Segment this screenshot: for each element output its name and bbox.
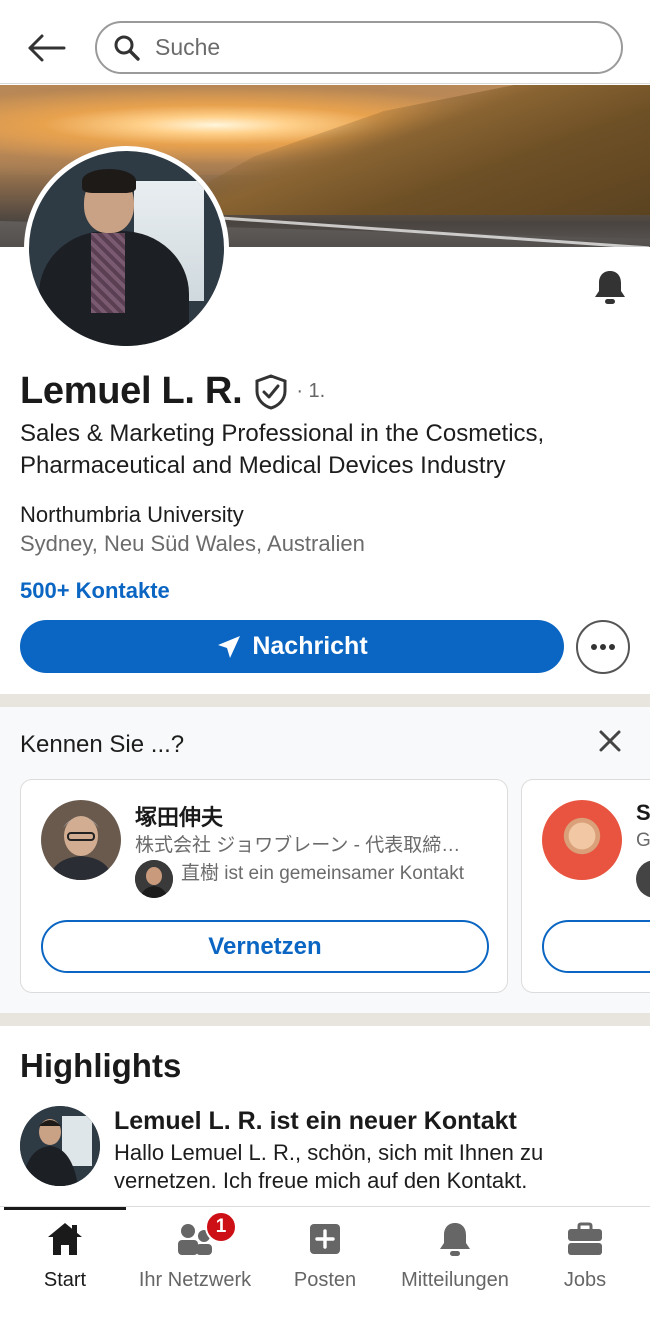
profile-avatar[interactable] [24,146,229,351]
highlight-avatar[interactable] [20,1106,100,1186]
back-button[interactable] [22,24,70,72]
send-icon [218,635,241,658]
search-placeholder: Suche [155,34,221,60]
profile-headline: Sales & Marketing Professional in the Co… [20,420,545,479]
nav-network[interactable]: Ihr Netzwerk [130,1215,260,1295]
verified-shield-icon[interactable] [254,373,288,410]
pymk-card[interactable]: S G [521,779,650,993]
contacts-link[interactable]: 500+ Kontakte [20,578,170,604]
notifications-icon [440,1223,470,1256]
mutual-contact-avatar [636,860,650,898]
connect-button[interactable]: Vernetzen [41,920,489,973]
active-tab-indicator [4,1207,126,1210]
bottom-navigation: Start Ihr Netzwerk Posten Mitteilungen J… [0,1206,650,1339]
nav-post[interactable]: Posten [260,1215,390,1295]
home-icon [48,1223,82,1255]
pymk-title: Kennen Sie ...? [20,731,185,758]
people-you-may-know: Kennen Sie ...? 塚田伸夫 株式会社 ジョワブレーン - 代表取締… [0,707,650,1013]
suggestion-title: G [636,830,650,851]
search-input[interactable]: Suche [95,21,623,74]
nav-label: Ihr Netzwerk [138,1269,252,1291]
ellipsis-icon [591,644,615,650]
search-icon [114,35,140,61]
top-bar: Suche [0,0,650,84]
connection-degree: · 1. [296,380,326,402]
suggestion-name[interactable]: S [636,800,650,826]
suggestion-avatar[interactable] [542,800,622,880]
connect-button[interactable] [542,920,650,973]
suggestion-avatar[interactable] [41,800,121,880]
pymk-card[interactable]: 塚田伸夫 株式会社 ジョワブレーン - 代表取締… 直樹 ist ein gem… [20,779,508,993]
highlight-text: Hallo Lemuel L. R., schön, sich mit Ihne… [114,1140,544,1193]
highlight-heading: Lemuel L. R. ist ein neuer Kontakt [114,1107,517,1135]
profile-education[interactable]: Northumbria University [20,502,244,528]
arrow-left-icon [28,34,66,62]
nav-label: Posten [293,1269,357,1291]
suggestion-name[interactable]: 塚田伸夫 [135,800,223,832]
notification-badge: 1 [205,1211,237,1243]
mutual-contact-text: 直樹 ist ein gemeinsamer Kontakt [181,863,465,884]
mutual-contact-avatar [135,860,173,898]
suggestion-title: 株式会社 ジョワブレーン - 代表取締… [135,835,461,856]
jobs-icon [568,1222,602,1255]
message-button[interactable]: Nachricht [20,620,564,673]
close-icon[interactable] [596,727,624,755]
nav-jobs[interactable]: Jobs [520,1215,650,1295]
more-options-button[interactable] [576,620,630,674]
nav-label: Jobs [563,1269,607,1291]
message-button-label: Nachricht [252,632,368,660]
nav-label: Mitteilungen [401,1269,509,1291]
post-icon [310,1224,340,1254]
bell-icon[interactable] [591,268,629,306]
section-divider [0,1013,650,1026]
highlights-title: Highlights [20,1047,182,1084]
name-row: Lemuel L. R. · 1. [20,370,325,413]
section-divider [0,694,650,707]
profile-name: Lemuel L. R. [20,370,243,412]
nav-start[interactable]: Start [0,1215,130,1295]
profile-location: Sydney, Neu Süd Wales, Australien [20,531,365,556]
nav-notifications[interactable]: Mitteilungen [390,1215,520,1295]
nav-label: Start [43,1269,87,1291]
